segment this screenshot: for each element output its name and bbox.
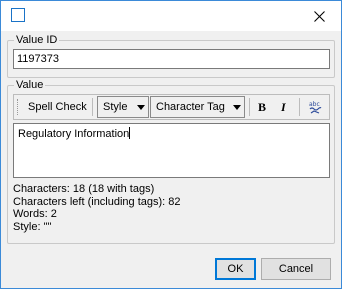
close-icon bbox=[313, 10, 325, 22]
window-icon bbox=[11, 8, 25, 22]
svg-text:abc: abc bbox=[309, 101, 320, 108]
style-select[interactable]: Style bbox=[97, 96, 149, 118]
toolbar-separator bbox=[299, 98, 300, 116]
chevron-down-icon bbox=[233, 105, 241, 110]
characters-left: Characters left (including tags): 82 bbox=[13, 195, 181, 208]
toolbar-separator bbox=[249, 98, 250, 116]
value-editor-dialog: Value ID 1197373 Value Spell Check Style… bbox=[0, 0, 342, 289]
ok-button[interactable]: OK bbox=[215, 258, 256, 280]
value-text-editor[interactable]: Regulatory Information bbox=[13, 123, 330, 178]
chevron-down-icon bbox=[137, 105, 145, 110]
text-caret bbox=[129, 127, 131, 139]
toolbar-grip[interactable] bbox=[17, 99, 19, 115]
text-statistics: Characters: 18 (18 with tags) Characters… bbox=[13, 183, 181, 233]
abc-spellcheck-icon: abc bbox=[309, 101, 322, 114]
spellcheck-icon-button[interactable]: abc bbox=[304, 97, 326, 117]
words-count: Words: 2 bbox=[13, 208, 57, 220]
value-group: Value Spell Check Style Character Tag B … bbox=[7, 79, 335, 244]
formatting-toolbar: Spell Check Style Character Tag B I abc bbox=[13, 94, 330, 120]
spell-check-button[interactable]: Spell Check bbox=[25, 97, 90, 117]
style-select-value: Style bbox=[103, 101, 128, 113]
value-label: Value bbox=[16, 79, 44, 91]
value-id-label: Value ID bbox=[16, 34, 58, 46]
cancel-button[interactable]: Cancel bbox=[261, 258, 331, 280]
toolbar-separator bbox=[92, 98, 93, 116]
editor-text: Regulatory Information bbox=[18, 128, 130, 140]
bold-button[interactable]: B bbox=[255, 97, 269, 117]
value-id-input[interactable]: 1197373 bbox=[13, 49, 330, 69]
character-tag-select-value: Character Tag bbox=[156, 101, 225, 113]
title-bar bbox=[1, 1, 341, 31]
italic-button[interactable]: I bbox=[278, 97, 289, 117]
character-tag-select[interactable]: Character Tag bbox=[150, 96, 245, 118]
style-info: Style: "" bbox=[13, 220, 52, 233]
characters-count: Characters: 18 (18 with tags) bbox=[13, 183, 155, 195]
value-id-group: Value ID 1197373 bbox=[7, 34, 335, 78]
close-button[interactable] bbox=[297, 1, 341, 31]
